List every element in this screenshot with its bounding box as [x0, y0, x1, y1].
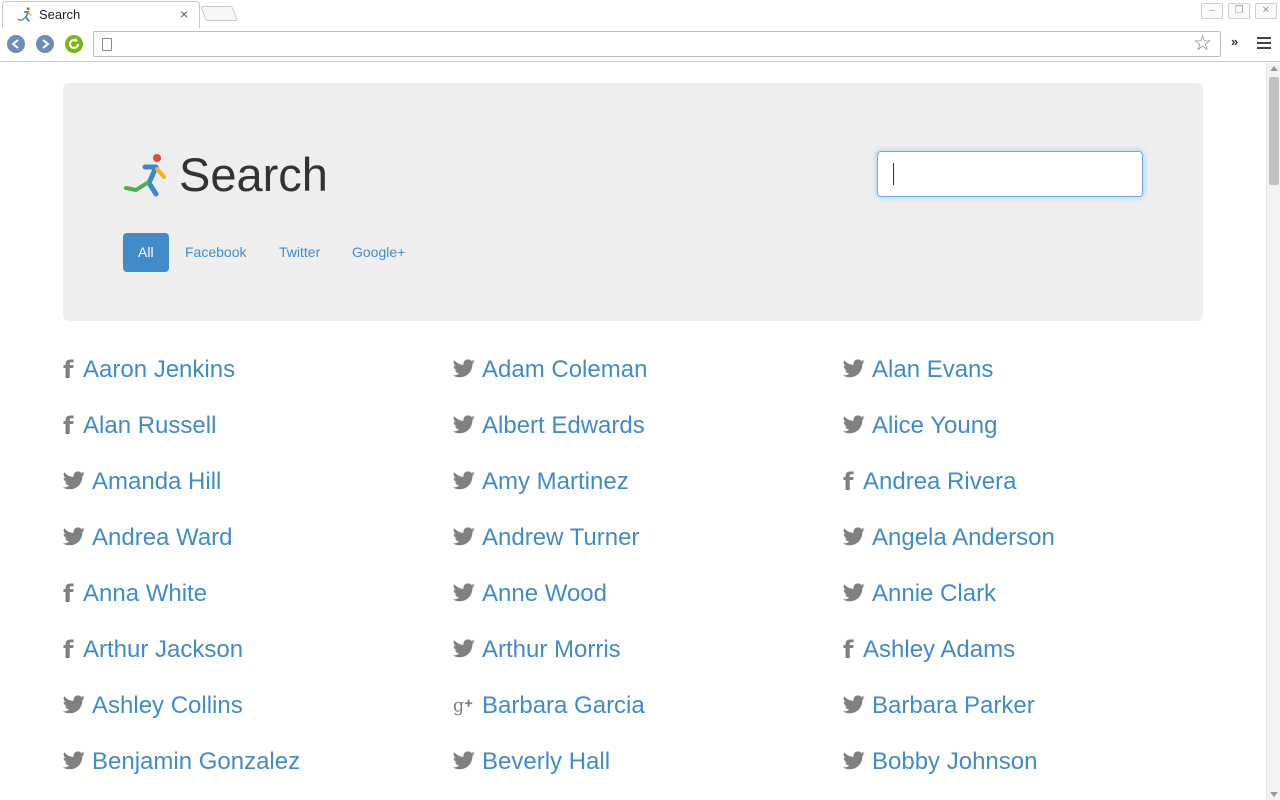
result-name-link[interactable]: Angela Anderson — [872, 523, 1055, 553]
twitter-icon — [62, 471, 85, 493]
arrow-left-icon — [11, 39, 19, 49]
result-name-link[interactable]: Albert Edwards — [482, 411, 645, 441]
twitter-icon — [452, 639, 475, 661]
twitter-icon — [62, 751, 85, 773]
page-viewport: Search All Facebook Twitter Google+ f Aar… — [0, 63, 1266, 800]
result-name-link[interactable]: Benjamin Gonzalez — [92, 747, 300, 777]
svg-text:g: g — [453, 697, 464, 717]
twitter-icon — [62, 527, 85, 549]
browser-tab[interactable]: Search × — [2, 1, 200, 28]
filter-tab-facebook[interactable]: Facebook — [170, 233, 261, 272]
browser-toolbar: ☆ » — [0, 28, 1280, 62]
twitter-icon — [452, 751, 475, 773]
twitter-icon — [842, 415, 865, 437]
result-name-link[interactable]: Andrew Turner — [482, 523, 639, 553]
tab-title: Search — [39, 7, 81, 22]
result-name-link[interactable]: Amanda Hill — [92, 467, 221, 497]
text-caret — [893, 163, 894, 185]
close-window-icon[interactable]: ✕ — [1255, 3, 1277, 19]
result-name-link[interactable]: Ashley Collins — [92, 691, 243, 721]
new-tab-button[interactable] — [200, 6, 238, 21]
facebook-icon: f — [63, 356, 74, 384]
result-name-link[interactable]: Adam Coleman — [482, 355, 647, 385]
filter-tab-twitter[interactable]: Twitter — [264, 233, 335, 272]
runner-logo-icon — [124, 154, 166, 197]
result-name-link[interactable]: Aaron Jenkins — [83, 355, 235, 385]
filter-tab-googleplus[interactable]: Google+ — [337, 233, 420, 272]
reload-button[interactable] — [65, 35, 83, 53]
googleplus-icon: g — [453, 695, 475, 717]
result-name-link[interactable]: Alan Evans — [872, 355, 993, 385]
facebook-icon: f — [63, 580, 74, 608]
result-name-link[interactable]: Bobby Johnson — [872, 747, 1037, 777]
forward-button[interactable] — [36, 35, 54, 53]
search-header: Search All Facebook Twitter Google+ — [63, 83, 1203, 321]
scroll-thumb[interactable] — [1269, 77, 1279, 185]
result-name-link[interactable]: Barbara Garcia — [482, 691, 645, 721]
result-name-link[interactable]: Alice Young — [872, 411, 997, 441]
menu-icon[interactable] — [1257, 37, 1271, 49]
runner-favicon-icon — [17, 7, 32, 22]
address-bar[interactable]: ☆ — [93, 31, 1221, 57]
result-name-link[interactable]: Anna White — [83, 579, 207, 609]
twitter-icon — [452, 415, 475, 437]
twitter-icon — [452, 471, 475, 493]
filter-tab-all[interactable]: All — [123, 233, 169, 272]
twitter-icon — [452, 527, 475, 549]
search-input[interactable] — [877, 151, 1143, 197]
twitter-icon — [842, 527, 865, 549]
result-name-link[interactable]: Arthur Jackson — [83, 635, 243, 665]
result-name-link[interactable]: Annie Clark — [872, 579, 996, 609]
facebook-icon: f — [843, 636, 854, 664]
twitter-icon — [842, 583, 865, 605]
facebook-icon: f — [63, 636, 74, 664]
bookmark-star-icon[interactable]: ☆ — [1193, 33, 1212, 55]
extensions-chevron-icon[interactable]: » — [1231, 34, 1238, 49]
arrow-right-icon — [42, 39, 50, 49]
facebook-icon: f — [63, 412, 74, 440]
minimize-icon[interactable]: – — [1201, 3, 1223, 19]
browser-tabstrip: Search × – ❐ ✕ — [0, 0, 1280, 28]
result-name-link[interactable]: Alan Russell — [83, 411, 216, 441]
scroll-down-icon[interactable] — [1270, 792, 1278, 797]
page-title: Search — [179, 148, 328, 201]
reload-icon — [69, 38, 79, 49]
back-button[interactable] — [7, 35, 25, 53]
result-name-link[interactable]: Andrea Rivera — [863, 467, 1016, 497]
result-name-link[interactable]: Andrea Ward — [92, 523, 233, 553]
facebook-icon: f — [843, 468, 854, 496]
tab-close-icon[interactable]: × — [180, 6, 188, 22]
restore-icon[interactable]: ❐ — [1228, 3, 1250, 19]
result-name-link[interactable]: Barbara Parker — [872, 691, 1035, 721]
twitter-icon — [842, 751, 865, 773]
result-name-link[interactable]: Anne Wood — [482, 579, 607, 609]
result-name-link[interactable]: Beverly Hall — [482, 747, 610, 777]
result-name-link[interactable]: Ashley Adams — [863, 635, 1015, 665]
twitter-icon — [452, 583, 475, 605]
result-name-link[interactable]: Amy Martinez — [482, 467, 629, 497]
twitter-icon — [842, 695, 865, 717]
page-icon — [102, 38, 112, 51]
twitter-icon — [842, 359, 865, 381]
scroll-up-icon[interactable] — [1270, 66, 1278, 71]
twitter-icon — [452, 359, 475, 381]
page-scrollbar[interactable] — [1266, 63, 1280, 800]
twitter-icon — [62, 695, 85, 717]
result-name-link[interactable]: Arthur Morris — [482, 635, 621, 665]
